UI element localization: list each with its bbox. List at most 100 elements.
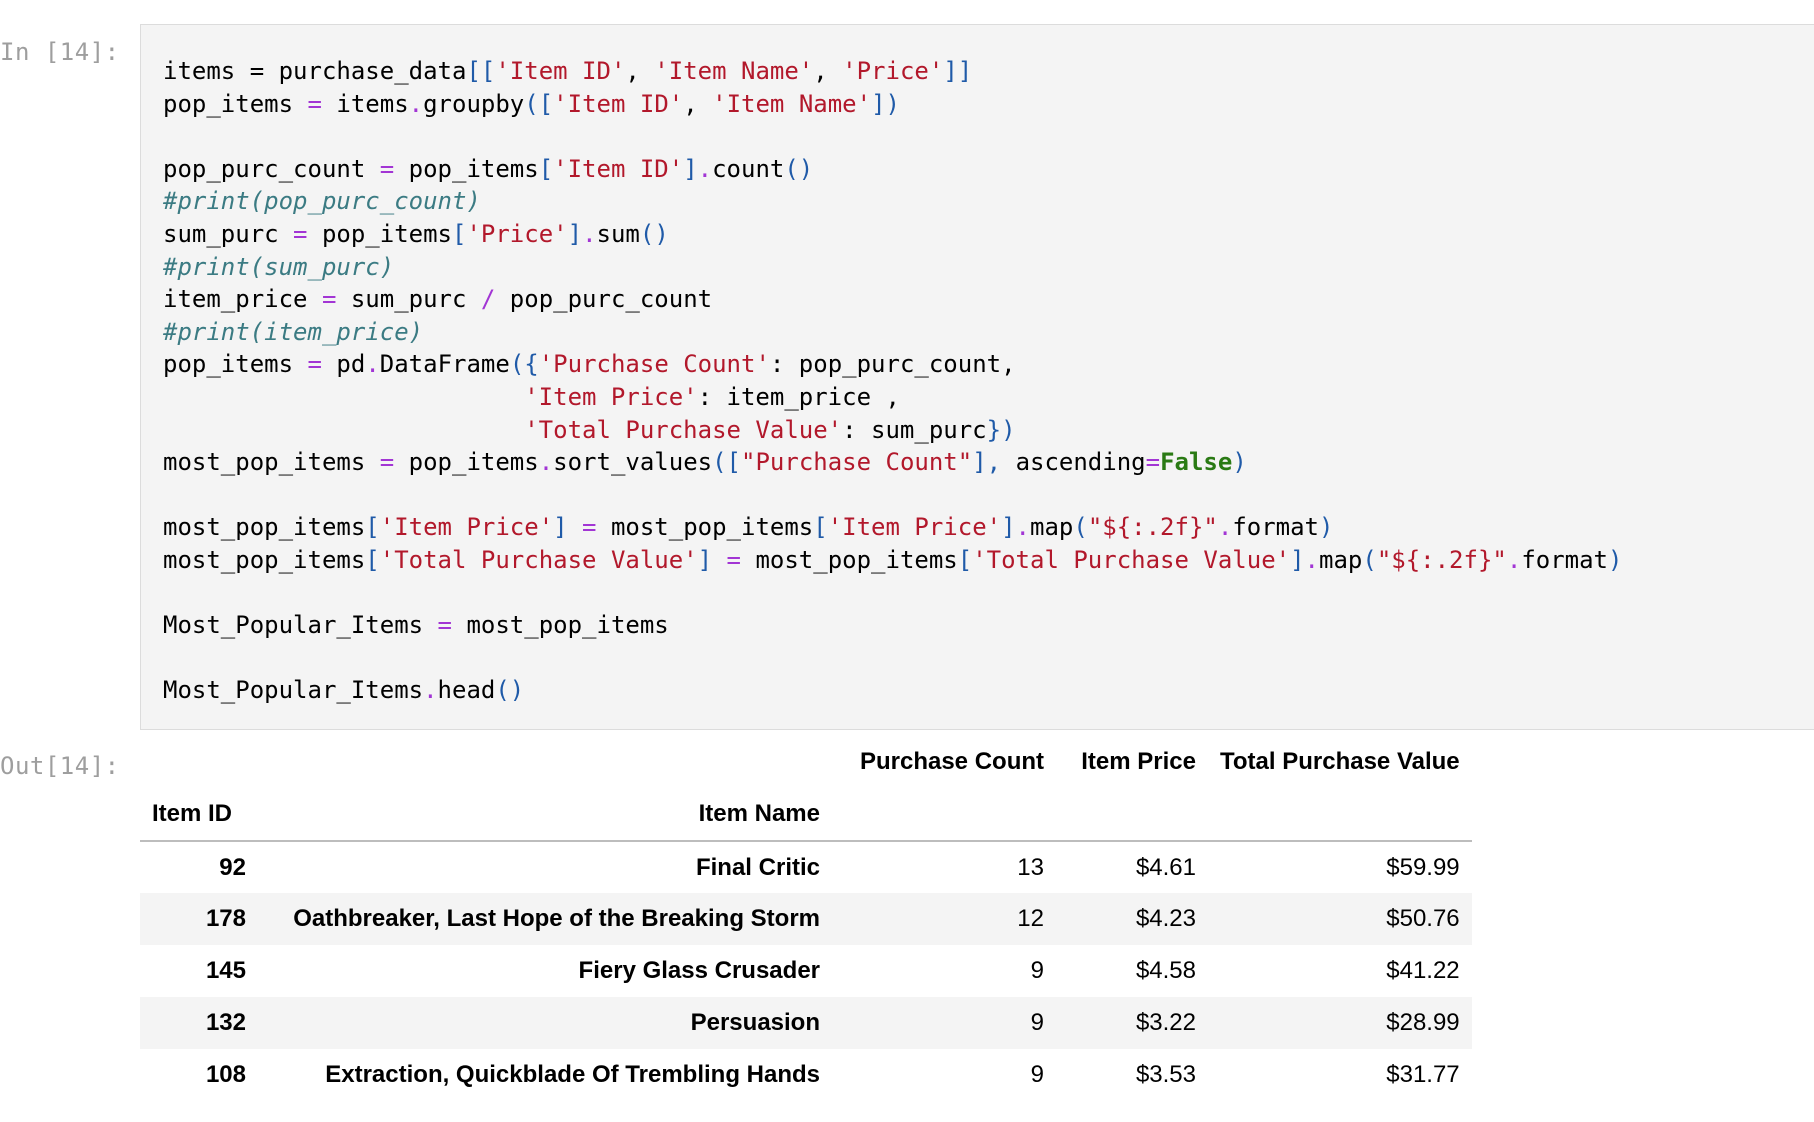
blank-header-cell (1056, 788, 1208, 842)
item-price-cell: $4.61 (1135, 853, 1196, 881)
code-token: [ (365, 513, 380, 542)
code-line: #print(pop_purc_count) (163, 185, 1622, 218)
column-header-purchase-count: Purchase Count (859, 748, 1044, 775)
code-token: #print(pop_purc_count) (163, 187, 481, 216)
code-line: #print(sum_purc) (163, 251, 1622, 284)
code-token: 'Price' (842, 57, 944, 85)
code-line: pop_purc_count = pop_items['Item ID'].co… (163, 153, 1622, 186)
code-token: }) (986, 415, 1016, 444)
table-row: 178 Oathbreaker, Last Hope of the Breaki… (140, 893, 1472, 945)
code-token: "${:.2f}" (1087, 513, 1218, 542)
column-header-row: Purchase Count Item Price Total Purchase… (140, 736, 1472, 788)
code-token: pop_items (163, 350, 308, 379)
code-line: #print(item_price) (163, 316, 1622, 349)
code-token: format (1521, 545, 1609, 574)
item-name-cell: Oathbreaker, Last Hope of the Breaking S… (293, 905, 820, 932)
column-header-item-price: Item Price (1081, 748, 1196, 775)
code-editor[interactable]: items = purchase_data[['Item ID', 'Item … (163, 55, 1622, 707)
item-name-cell: Persuasion (690, 1009, 820, 1036)
item-price-cell: $4.23 (1135, 905, 1196, 932)
code-token: ]] (943, 57, 973, 85)
index-header-item-name: Item Name (258, 788, 832, 842)
code-token: = (321, 285, 337, 314)
code-token: sort_values (553, 448, 713, 477)
item-id-cell: 132 (205, 1009, 246, 1036)
code-token: = (379, 154, 395, 183)
code-token: ([ (712, 448, 742, 477)
code-token: Most_Popular_Items (163, 676, 424, 705)
code-line: pop_items = pd.DataFrame({'Purchase Coun… (163, 348, 1622, 381)
purchase-count-cell: 9 (1030, 1061, 1044, 1088)
blank-header-cell (1208, 788, 1472, 842)
blank-header-cell (140, 736, 258, 788)
code-token: #print(item_price) (163, 317, 424, 346)
code-token: 'Item ID' (553, 89, 684, 118)
code-token: False (1160, 448, 1233, 477)
code-token: map (1030, 513, 1074, 542)
code-token: () (784, 154, 814, 183)
code-token: = (437, 611, 452, 640)
code-token: ], (972, 448, 1016, 477)
code-token: = (1145, 448, 1161, 477)
code-token: most_pop_items (741, 545, 958, 574)
item-name-cell: Extraction, Quickblade Of Trembling Hand… (325, 1061, 820, 1088)
code-token: = (582, 513, 597, 542)
code-line: Most_Popular_Items.head() (163, 674, 1622, 707)
code-token: [ (365, 545, 380, 574)
code-token: pop_items (163, 89, 308, 118)
code-token: 'Total Purchase Value' (972, 545, 1291, 574)
item-id-cell: 145 (205, 957, 246, 984)
index-header-item-id: Item ID (140, 788, 258, 842)
item-price-cell: $3.22 (1135, 1009, 1196, 1036)
code-token: sum_purc (163, 219, 294, 248)
code-cell[interactable]: items = purchase_data[['Item ID', 'Item … (140, 24, 1814, 730)
index-header-row: Item ID Item Name (140, 788, 1472, 842)
code-token: ) (1608, 545, 1623, 574)
code-token: #print(sum_purc) (163, 252, 395, 281)
code-token: sum_purc (336, 285, 481, 314)
code-token: 'Item Name' (712, 89, 872, 118)
code-line: most_pop_items['Total Purchase Value'] =… (163, 544, 1622, 577)
code-token: ( (1073, 513, 1088, 542)
code-token: , (683, 89, 713, 118)
code-token: () (639, 219, 669, 248)
code-line: 'Item Price': item_price , (163, 381, 1622, 414)
blank-header-cell (258, 736, 832, 788)
code-token: 'Item ID' (495, 57, 626, 85)
code-token: most_pop_items (596, 513, 814, 542)
code-token: 'Item ID' (553, 154, 684, 183)
table-row: 108 Extraction, Quickblade Of Trembling … (140, 1049, 1472, 1101)
total-value-cell: $50.76 (1386, 905, 1460, 932)
item-price-cell: $3.53 (1135, 1061, 1196, 1088)
code-token: ] (553, 513, 568, 542)
code-token: . (697, 154, 713, 183)
total-value-cell: $31.77 (1386, 1061, 1460, 1088)
code-token: ] (1290, 545, 1305, 574)
purchase-count-cell: 9 (1030, 1009, 1044, 1036)
table-row: 145 Fiery Glass Crusader 9 $4.58 $41.22 (140, 945, 1472, 997)
code-token: 'Price' (466, 219, 568, 248)
item-price-cell: $4.58 (1135, 957, 1196, 984)
code-token: . (1506, 545, 1522, 574)
code-token: [ (957, 545, 973, 574)
code-token: pop_items (394, 448, 539, 477)
item-id-cell: 178 (205, 905, 246, 932)
code-token: item_price (163, 285, 322, 314)
code-token: ascending (1015, 448, 1146, 477)
code-token: ([ (524, 89, 554, 118)
code-line: most_pop_items = pop_items.sort_values([… (163, 446, 1622, 479)
code-token: . (365, 350, 380, 379)
code-line: 'Total Purchase Value': sum_purc}) (163, 414, 1622, 447)
code-token: / (480, 285, 496, 314)
code-token: DataFrame (379, 350, 510, 379)
purchase-count-cell: 9 (1030, 957, 1044, 984)
code-token: . (423, 676, 438, 705)
code-token: map (1319, 545, 1363, 574)
code-token: 'Item Price' (524, 382, 698, 411)
code-line: items = purchase_data[['Item ID', 'Item … (163, 55, 1622, 88)
code-token: ) (1319, 513, 1334, 542)
code-token: = (726, 545, 741, 574)
code-token: most_pop_items (163, 513, 366, 542)
